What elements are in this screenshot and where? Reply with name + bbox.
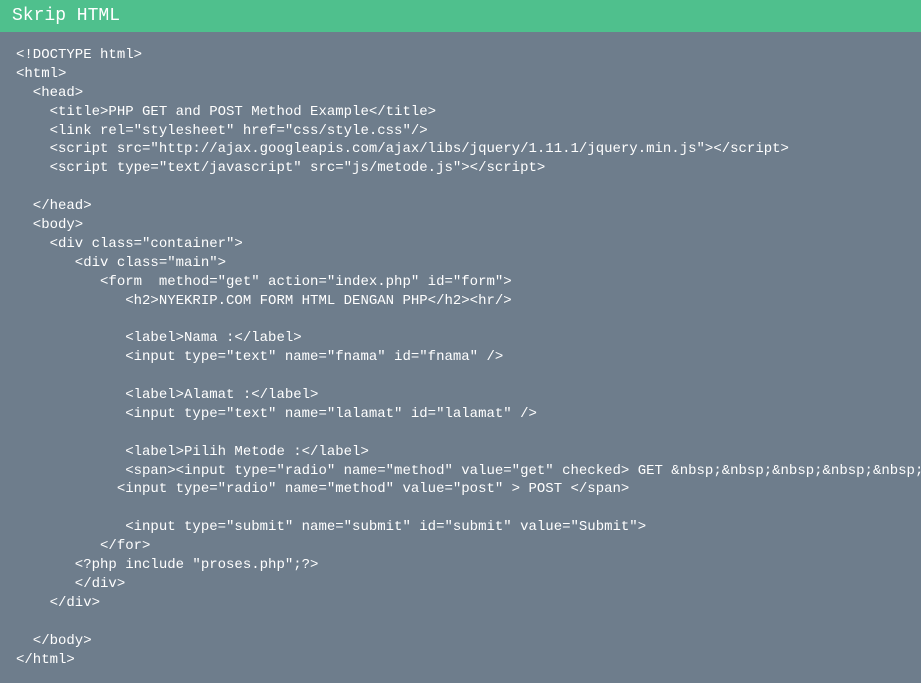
panel-title: Skrip HTML bbox=[12, 6, 120, 26]
code-content: <!DOCTYPE html> <html> <head> <title>PHP… bbox=[0, 32, 921, 683]
code-panel-header: Skrip HTML bbox=[0, 0, 921, 32]
code-text: <!DOCTYPE html> <html> <head> <title>PHP… bbox=[16, 47, 921, 668]
